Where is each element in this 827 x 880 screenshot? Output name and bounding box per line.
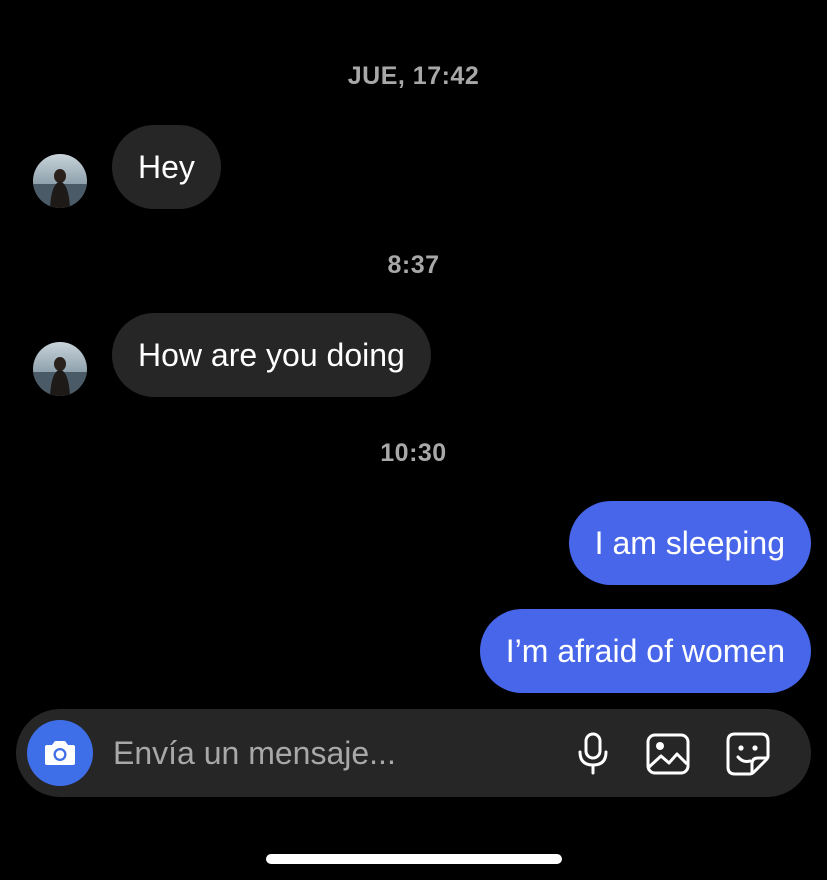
camera-icon [45, 741, 75, 765]
sticker-button[interactable] [725, 731, 771, 777]
timestamp: 8:37 [387, 251, 440, 279]
home-indicator[interactable] [266, 854, 562, 864]
message-bubble-outgoing[interactable]: I am sleeping [568, 501, 811, 585]
avatar[interactable] [33, 342, 87, 396]
microphone-icon [578, 732, 608, 775]
message-input[interactable]: Envía un mensaje... [113, 709, 396, 797]
gallery-icon [646, 733, 690, 775]
sticker-icon [726, 732, 770, 776]
message-bubble-outgoing[interactable]: I’m afraid of women [479, 609, 811, 693]
avatar[interactable] [33, 154, 87, 208]
timestamp: 10:30 [380, 439, 447, 467]
microphone-button[interactable] [570, 731, 616, 777]
camera-button[interactable] [27, 720, 93, 786]
timestamp: JUE, 17:42 [347, 62, 480, 90]
message-bubble-incoming[interactable]: Hey [112, 125, 221, 209]
message-composer: Envía un mensaje... [16, 709, 811, 797]
message-bubble-incoming[interactable]: How are you doing [112, 313, 431, 397]
gallery-button[interactable] [645, 731, 691, 777]
